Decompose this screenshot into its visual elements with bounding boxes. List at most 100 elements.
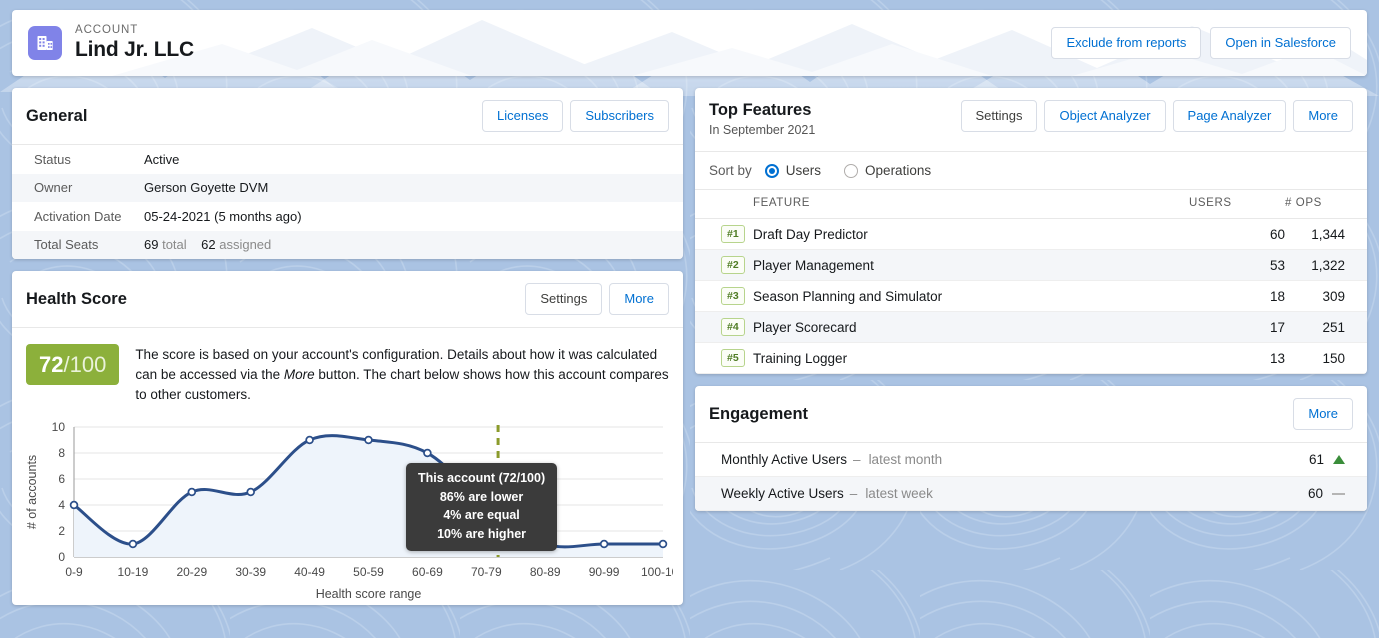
top-features-card-header: Top Features In September 2021 Settings … xyxy=(695,88,1367,152)
sort-by-row: Sort by Users Operations xyxy=(695,152,1367,190)
svg-text:0-9: 0-9 xyxy=(65,565,83,579)
feature-users: 18 xyxy=(1189,280,1285,312)
top-features-heading-group: Top Features In September 2021 xyxy=(709,100,815,139)
engagement-dash: – xyxy=(853,452,861,467)
engagement-card: Engagement More Monthly Active Users – l… xyxy=(695,386,1367,511)
seats-assigned-word: assigned xyxy=(219,237,272,253)
table-row[interactable]: #4 Player Scorecard 17 251 xyxy=(695,311,1367,343)
engagement-label: Weekly Active Users xyxy=(721,486,844,501)
table-row[interactable]: #3 Season Planning and Simulator 18 309 xyxy=(695,280,1367,312)
features-settings-button[interactable]: Settings xyxy=(960,100,1038,132)
general-row-activation-date: Activation Date 05-24-2021 (5 months ago… xyxy=(12,202,683,231)
building-icon xyxy=(28,26,62,60)
engagement-card-header: Engagement More xyxy=(695,386,1367,443)
engagement-row-monthly-active-users: Monthly Active Users – latest month 61 xyxy=(695,443,1367,477)
sort-option-operations-label: Operations xyxy=(865,163,932,178)
feature-users: 53 xyxy=(1189,249,1285,281)
seats-total-number: 69 xyxy=(144,237,159,253)
health-score-description: The score is based on your account's con… xyxy=(135,344,669,405)
engagement-value-group: 61 xyxy=(1309,452,1345,467)
svg-text:60-69: 60-69 xyxy=(412,565,443,579)
svg-text:30-39: 30-39 xyxy=(235,565,266,579)
svg-text:2: 2 xyxy=(58,524,65,538)
top-features-subtitle: In September 2021 xyxy=(709,123,816,137)
svg-text:# of accounts: # of accounts xyxy=(25,455,39,529)
exclude-from-reports-button[interactable]: Exclude from reports xyxy=(1051,27,1202,59)
feature-users: 13 xyxy=(1189,342,1285,374)
engagement-more-button[interactable]: More xyxy=(1293,398,1353,430)
radio-selected-icon[interactable] xyxy=(764,163,779,178)
health-more-button[interactable]: More xyxy=(609,283,669,315)
feature-ops: 1,322 xyxy=(1285,249,1367,281)
account-titles: ACCOUNT Lind Jr. LLC xyxy=(75,23,194,63)
table-row[interactable]: #1 Draft Day Predictor 60 1,344 xyxy=(695,218,1367,250)
rank-badge: #5 xyxy=(721,349,745,367)
general-key-total-seats: Total Seats xyxy=(34,237,99,253)
tooltip-line-4: 10% are higher xyxy=(437,526,527,541)
header-actions: Exclude from reports Open in Salesforce xyxy=(1051,27,1351,59)
svg-text:40-49: 40-49 xyxy=(294,565,325,579)
column-feature: FEATURE xyxy=(753,190,1189,219)
rank-badge: #4 xyxy=(721,318,745,336)
page-analyzer-button[interactable]: Page Analyzer xyxy=(1172,100,1287,132)
general-value-activation-date: 05-24-2021 (5 months ago) xyxy=(144,208,302,224)
tooltip-line-2: 86% are lower xyxy=(439,489,524,504)
column-ops: # OPS xyxy=(1285,190,1367,219)
health-score-distribution-chart: 0 2 4 6 8 10 0-9 10-19 20-29 30-39 40-49 50-59 60-69… xyxy=(12,409,683,605)
general-value-status: Active xyxy=(144,151,180,167)
health-score-actions: Settings More xyxy=(525,283,669,315)
feature-name: Draft Day Predictor xyxy=(753,218,1189,250)
general-row-status: Status Active xyxy=(12,145,683,174)
trend-flat-icon xyxy=(1332,492,1345,495)
svg-text:6: 6 xyxy=(58,472,65,486)
open-in-salesforce-button[interactable]: Open in Salesforce xyxy=(1210,27,1351,59)
svg-text:50-59: 50-59 xyxy=(353,565,384,579)
feature-name: Player Management xyxy=(753,249,1189,281)
page-title: Lind Jr. LLC xyxy=(75,38,194,61)
svg-text:90-99: 90-99 xyxy=(589,565,620,579)
svg-text:100-100: 100-100 xyxy=(641,565,673,579)
general-value-owner: Gerson Goyette DVM xyxy=(144,180,269,196)
feature-name: Player Scorecard xyxy=(753,311,1189,343)
licenses-button[interactable]: Licenses xyxy=(482,100,564,132)
svg-text:0: 0 xyxy=(58,550,65,564)
feature-ops: 251 xyxy=(1285,311,1367,343)
sort-option-operations[interactable]: Operations xyxy=(844,163,931,178)
general-card: General Licenses Subscribers Status Acti… xyxy=(12,88,683,259)
svg-text:10: 10 xyxy=(52,420,66,434)
seats-assigned-number: 62 xyxy=(201,237,216,253)
engagement-dash: – xyxy=(849,486,858,501)
health-score-denominator: /100 xyxy=(63,352,107,377)
engagement-row-weekly-active-users: Weekly Active Users – latest week 60 xyxy=(695,477,1367,511)
general-key-status: Status xyxy=(34,151,71,167)
radio-unselected-icon[interactable] xyxy=(844,163,859,178)
table-row[interactable]: #5 Training Logger 13 150 xyxy=(695,342,1367,374)
svg-text:4: 4 xyxy=(58,498,65,512)
tooltip-line-1: This account (72/100) xyxy=(418,471,546,485)
general-key-activation-date: Activation Date xyxy=(34,208,122,224)
left-column: General Licenses Subscribers Status Acti… xyxy=(12,88,683,605)
engagement-label: Monthly Active Users xyxy=(721,452,848,467)
trend-up-icon xyxy=(1333,455,1345,464)
engagement-value: 61 xyxy=(1308,452,1324,467)
general-card-header: General Licenses Subscribers xyxy=(12,88,683,145)
feature-name: Training Logger xyxy=(753,342,1189,374)
object-analyzer-button[interactable]: Object Analyzer xyxy=(1044,100,1166,132)
top-features-table: FEATURE USERS # OPS #1 Draft Day Predict… xyxy=(695,190,1367,374)
health-score-value: 72 xyxy=(39,352,64,377)
general-value-total-seats: 69 total 62 assigned xyxy=(144,237,271,252)
svg-text:8: 8 xyxy=(58,446,65,460)
svg-text:70-79: 70-79 xyxy=(471,565,502,579)
sort-by-label: Sort by xyxy=(709,163,752,178)
subscribers-button[interactable]: Subscribers xyxy=(570,100,669,132)
features-more-button[interactable]: More xyxy=(1293,100,1353,132)
general-title: General xyxy=(26,106,88,125)
table-row[interactable]: #2 Player Management 53 1,322 xyxy=(695,249,1367,281)
sort-option-users[interactable]: Users xyxy=(764,163,822,178)
sort-option-users-label: Users xyxy=(785,163,822,178)
engagement-period: latest week xyxy=(865,486,933,501)
health-settings-button[interactable]: Settings xyxy=(525,283,603,315)
general-row-total-seats: Total Seats 69 total 62 assigned xyxy=(12,230,683,259)
rank-badge: #3 xyxy=(721,287,745,305)
engagement-value: 60 xyxy=(1307,486,1323,501)
